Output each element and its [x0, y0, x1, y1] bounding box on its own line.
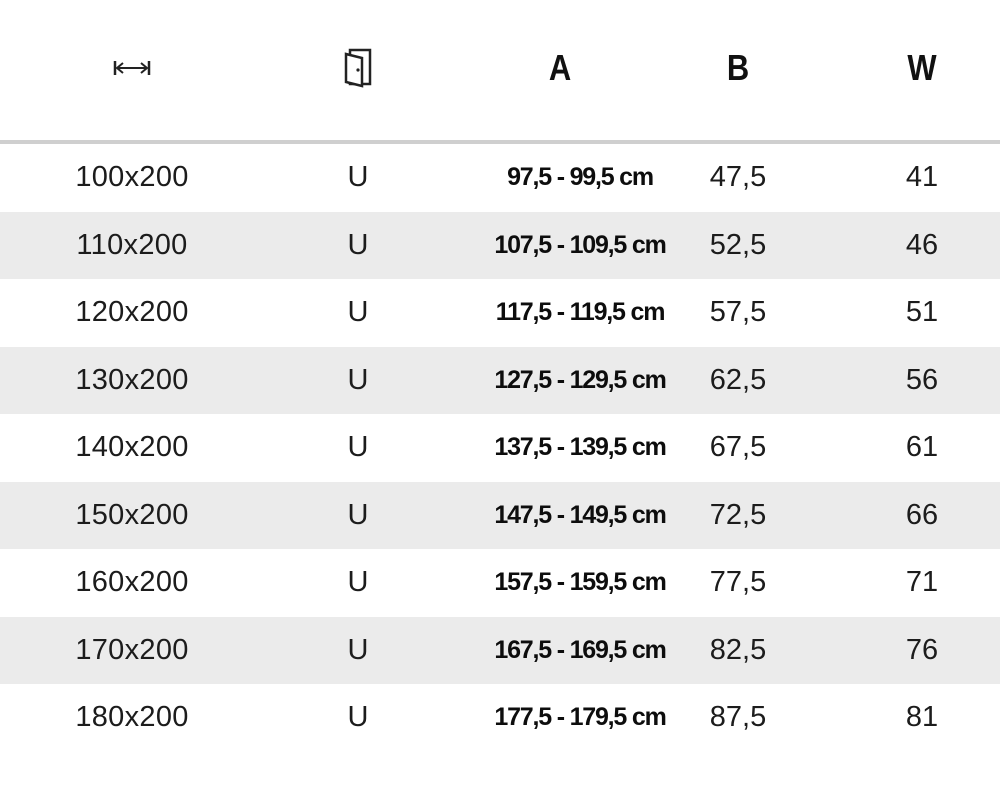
- w-cell: 81: [905, 701, 939, 734]
- w-cell: 56: [905, 363, 939, 396]
- table-row: 120x200 U 117,5 - 119,5 cm 57,5 51: [0, 279, 1000, 347]
- a-cell: 97,5 - 99,5 cm: [507, 163, 654, 192]
- size-cell: 170x200: [75, 633, 189, 666]
- w-cell: 71: [905, 566, 939, 599]
- b-cell: 72,5: [709, 498, 767, 531]
- w-cell: 51: [905, 296, 939, 329]
- a-cell: 177,5 - 179,5 cm: [494, 703, 666, 732]
- a-cell: 137,5 - 139,5 cm: [494, 433, 666, 462]
- b-cell: 87,5: [709, 701, 767, 734]
- w-cell: 66: [905, 498, 939, 531]
- door-icon: [318, 38, 398, 98]
- b-cell: 82,5: [709, 633, 767, 666]
- w-cell: 76: [905, 633, 939, 666]
- type-cell: U: [347, 633, 369, 666]
- b-cell: 57,5: [709, 296, 767, 329]
- w-cell: 46: [905, 228, 939, 261]
- column-header-a: A: [548, 47, 572, 88]
- size-cell: 100x200: [75, 161, 189, 194]
- size-cell: 150x200: [75, 498, 189, 531]
- size-cell: 120x200: [75, 296, 189, 329]
- b-cell: 77,5: [709, 566, 767, 599]
- a-cell: 167,5 - 169,5 cm: [494, 635, 666, 664]
- type-cell: U: [347, 431, 369, 464]
- size-cell: 180x200: [75, 701, 189, 734]
- type-cell: U: [347, 566, 369, 599]
- table-row: 100x200 U 97,5 - 99,5 cm 47,5 41: [0, 144, 1000, 212]
- size-cell: 130x200: [75, 363, 189, 396]
- a-cell: 107,5 - 109,5 cm: [494, 230, 666, 259]
- size-cell: 140x200: [75, 431, 189, 464]
- table-row: 180x200 U 177,5 - 179,5 cm 87,5 81: [0, 684, 1000, 752]
- table-row: 160x200 U 157,5 - 159,5 cm 77,5 71: [0, 549, 1000, 617]
- size-table: A B W 100x200 U 97,5 - 99,5 cm 47,5 41 1…: [0, 0, 1000, 810]
- table-body: 100x200 U 97,5 - 99,5 cm 47,5 41 110x200…: [0, 144, 1000, 752]
- type-cell: U: [347, 228, 369, 261]
- type-cell: U: [347, 296, 369, 329]
- b-cell: 67,5: [709, 431, 767, 464]
- a-cell: 117,5 - 119,5 cm: [495, 298, 666, 327]
- table-row: 140x200 U 137,5 - 139,5 cm 67,5 61: [0, 414, 1000, 482]
- w-cell: 61: [905, 431, 939, 464]
- b-cell: 52,5: [709, 228, 767, 261]
- b-cell: 62,5: [709, 363, 767, 396]
- a-cell: 157,5 - 159,5 cm: [494, 568, 666, 597]
- column-header-b: B: [726, 47, 750, 88]
- column-header-w: W: [907, 47, 937, 88]
- type-cell: U: [347, 363, 369, 396]
- size-cell: 160x200: [75, 566, 189, 599]
- table-row: 110x200 U 107,5 - 109,5 cm 52,5 46: [0, 211, 1000, 279]
- table-row: 170x200 U 167,5 - 169,5 cm 82,5 76: [0, 616, 1000, 684]
- width-arrows-icon: [72, 38, 192, 98]
- b-cell: 47,5: [709, 161, 767, 194]
- table-header: A B W: [0, 0, 1000, 144]
- type-cell: U: [347, 498, 369, 531]
- w-cell: 41: [905, 161, 939, 194]
- size-cell: 110x200: [76, 228, 188, 261]
- table-row: 150x200 U 147,5 - 149,5 cm 72,5 66: [0, 481, 1000, 549]
- table-row: 130x200 U 127,5 - 129,5 cm 62,5 56: [0, 346, 1000, 414]
- a-cell: 127,5 - 129,5 cm: [494, 365, 666, 394]
- type-cell: U: [347, 701, 369, 734]
- type-cell: U: [347, 161, 369, 194]
- a-cell: 147,5 - 149,5 cm: [494, 500, 666, 529]
